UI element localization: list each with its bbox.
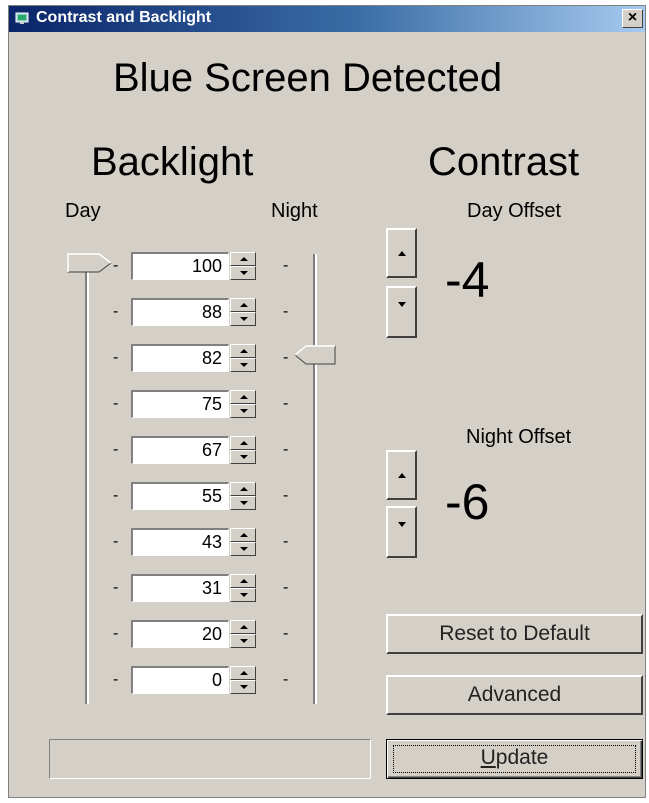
spin-down-icon[interactable]	[230, 634, 256, 648]
level-field-4[interactable]: 75	[131, 390, 229, 418]
spin-up-icon[interactable]	[230, 528, 256, 542]
level-field-9[interactable]: 20	[131, 620, 229, 648]
night-tick: -	[283, 533, 289, 550]
level-spinner-5[interactable]	[230, 436, 256, 464]
day-offset-value: -4	[445, 252, 490, 308]
day-tick: -	[113, 349, 119, 366]
night-label: Night	[271, 200, 318, 222]
spin-up-icon[interactable]	[230, 344, 256, 358]
spin-down-icon[interactable]	[230, 266, 256, 280]
level-field-2[interactable]: 88	[131, 298, 229, 326]
night-tick: -	[283, 349, 289, 366]
day-offset-down-button[interactable]	[386, 286, 417, 338]
spin-down-icon[interactable]	[230, 542, 256, 556]
spin-up-icon[interactable]	[230, 620, 256, 634]
night-tick: -	[283, 671, 289, 688]
level-spinner-8[interactable]	[230, 574, 256, 602]
title-bar[interactable]: Contrast and Backlight ×	[9, 6, 645, 32]
day-tick: -	[113, 625, 119, 642]
spin-down-icon[interactable]	[230, 312, 256, 326]
detection-status-heading: Blue Screen Detected	[113, 56, 503, 100]
night-offset-down-button[interactable]	[386, 506, 417, 558]
day-tick: -	[113, 441, 119, 458]
level-spinner-9[interactable]	[230, 620, 256, 648]
level-spinner-7[interactable]	[230, 528, 256, 556]
spin-down-icon[interactable]	[230, 404, 256, 418]
night-tick: -	[283, 303, 289, 320]
night-offset-value: -6	[445, 474, 490, 530]
window-title: Contrast and Backlight	[36, 9, 212, 26]
level-field-7[interactable]: 43	[131, 528, 229, 556]
spin-up-icon[interactable]	[230, 252, 256, 266]
level-field-6[interactable]: 55	[131, 482, 229, 510]
level-field-5[interactable]: 67	[131, 436, 229, 464]
close-button[interactable]: ×	[622, 9, 643, 28]
update-button[interactable]: Update	[386, 739, 643, 779]
night-tick: -	[283, 257, 289, 274]
day-tick: -	[113, 257, 119, 274]
day-slider-track[interactable]	[85, 260, 89, 704]
spin-up-icon[interactable]	[230, 666, 256, 680]
level-field-1[interactable]: 100	[131, 252, 229, 280]
level-spinner-1[interactable]	[230, 252, 256, 280]
night-slider-track[interactable]	[313, 254, 317, 704]
spin-up-icon[interactable]	[230, 436, 256, 450]
level-spinner-4[interactable]	[230, 390, 256, 418]
day-offset-label: Day Offset	[467, 200, 562, 222]
spin-down-icon[interactable]	[230, 358, 256, 372]
night-offset-up-button[interactable]	[386, 450, 417, 500]
spin-down-icon[interactable]	[230, 588, 256, 602]
night-slider-thumb[interactable]	[294, 345, 336, 365]
day-tick: -	[113, 395, 119, 412]
app-icon	[15, 12, 29, 24]
day-label: Day	[65, 200, 101, 222]
night-tick: -	[283, 625, 289, 642]
focus-ring	[393, 745, 636, 773]
level-spinner-3[interactable]	[230, 344, 256, 372]
spin-up-icon[interactable]	[230, 574, 256, 588]
day-tick: -	[113, 533, 119, 550]
day-offset-up-button[interactable]	[386, 228, 417, 278]
day-slider-thumb[interactable]	[67, 253, 113, 273]
status-field	[49, 739, 371, 779]
day-tick: -	[113, 303, 119, 320]
day-tick: -	[113, 579, 119, 596]
night-tick: -	[283, 579, 289, 596]
level-spinner-10[interactable]	[230, 666, 256, 694]
night-tick: -	[283, 441, 289, 458]
night-offset-label: Night Offset	[466, 426, 572, 448]
level-field-3[interactable]: 82	[131, 344, 229, 372]
day-tick: -	[113, 487, 119, 504]
level-field-10[interactable]: 0	[131, 666, 229, 694]
spin-up-icon[interactable]	[230, 390, 256, 404]
day-tick: -	[113, 671, 119, 688]
level-field-8[interactable]: 31	[131, 574, 229, 602]
spin-up-icon[interactable]	[230, 482, 256, 496]
contrast-backlight-window: Contrast and Backlight × Blue Screen Det…	[8, 5, 646, 798]
spin-down-icon[interactable]	[230, 680, 256, 694]
reset-to-default-button[interactable]: Reset to Default	[386, 614, 643, 654]
night-tick: -	[283, 395, 289, 412]
spin-up-icon[interactable]	[230, 298, 256, 312]
advanced-button[interactable]: Advanced	[386, 675, 643, 715]
contrast-heading: Contrast	[428, 140, 580, 184]
backlight-heading: Backlight	[91, 140, 254, 184]
night-tick: -	[283, 487, 289, 504]
close-icon: ×	[627, 9, 638, 26]
spin-down-icon[interactable]	[230, 450, 256, 464]
spin-down-icon[interactable]	[230, 496, 256, 510]
level-spinner-2[interactable]	[230, 298, 256, 326]
level-spinner-6[interactable]	[230, 482, 256, 510]
